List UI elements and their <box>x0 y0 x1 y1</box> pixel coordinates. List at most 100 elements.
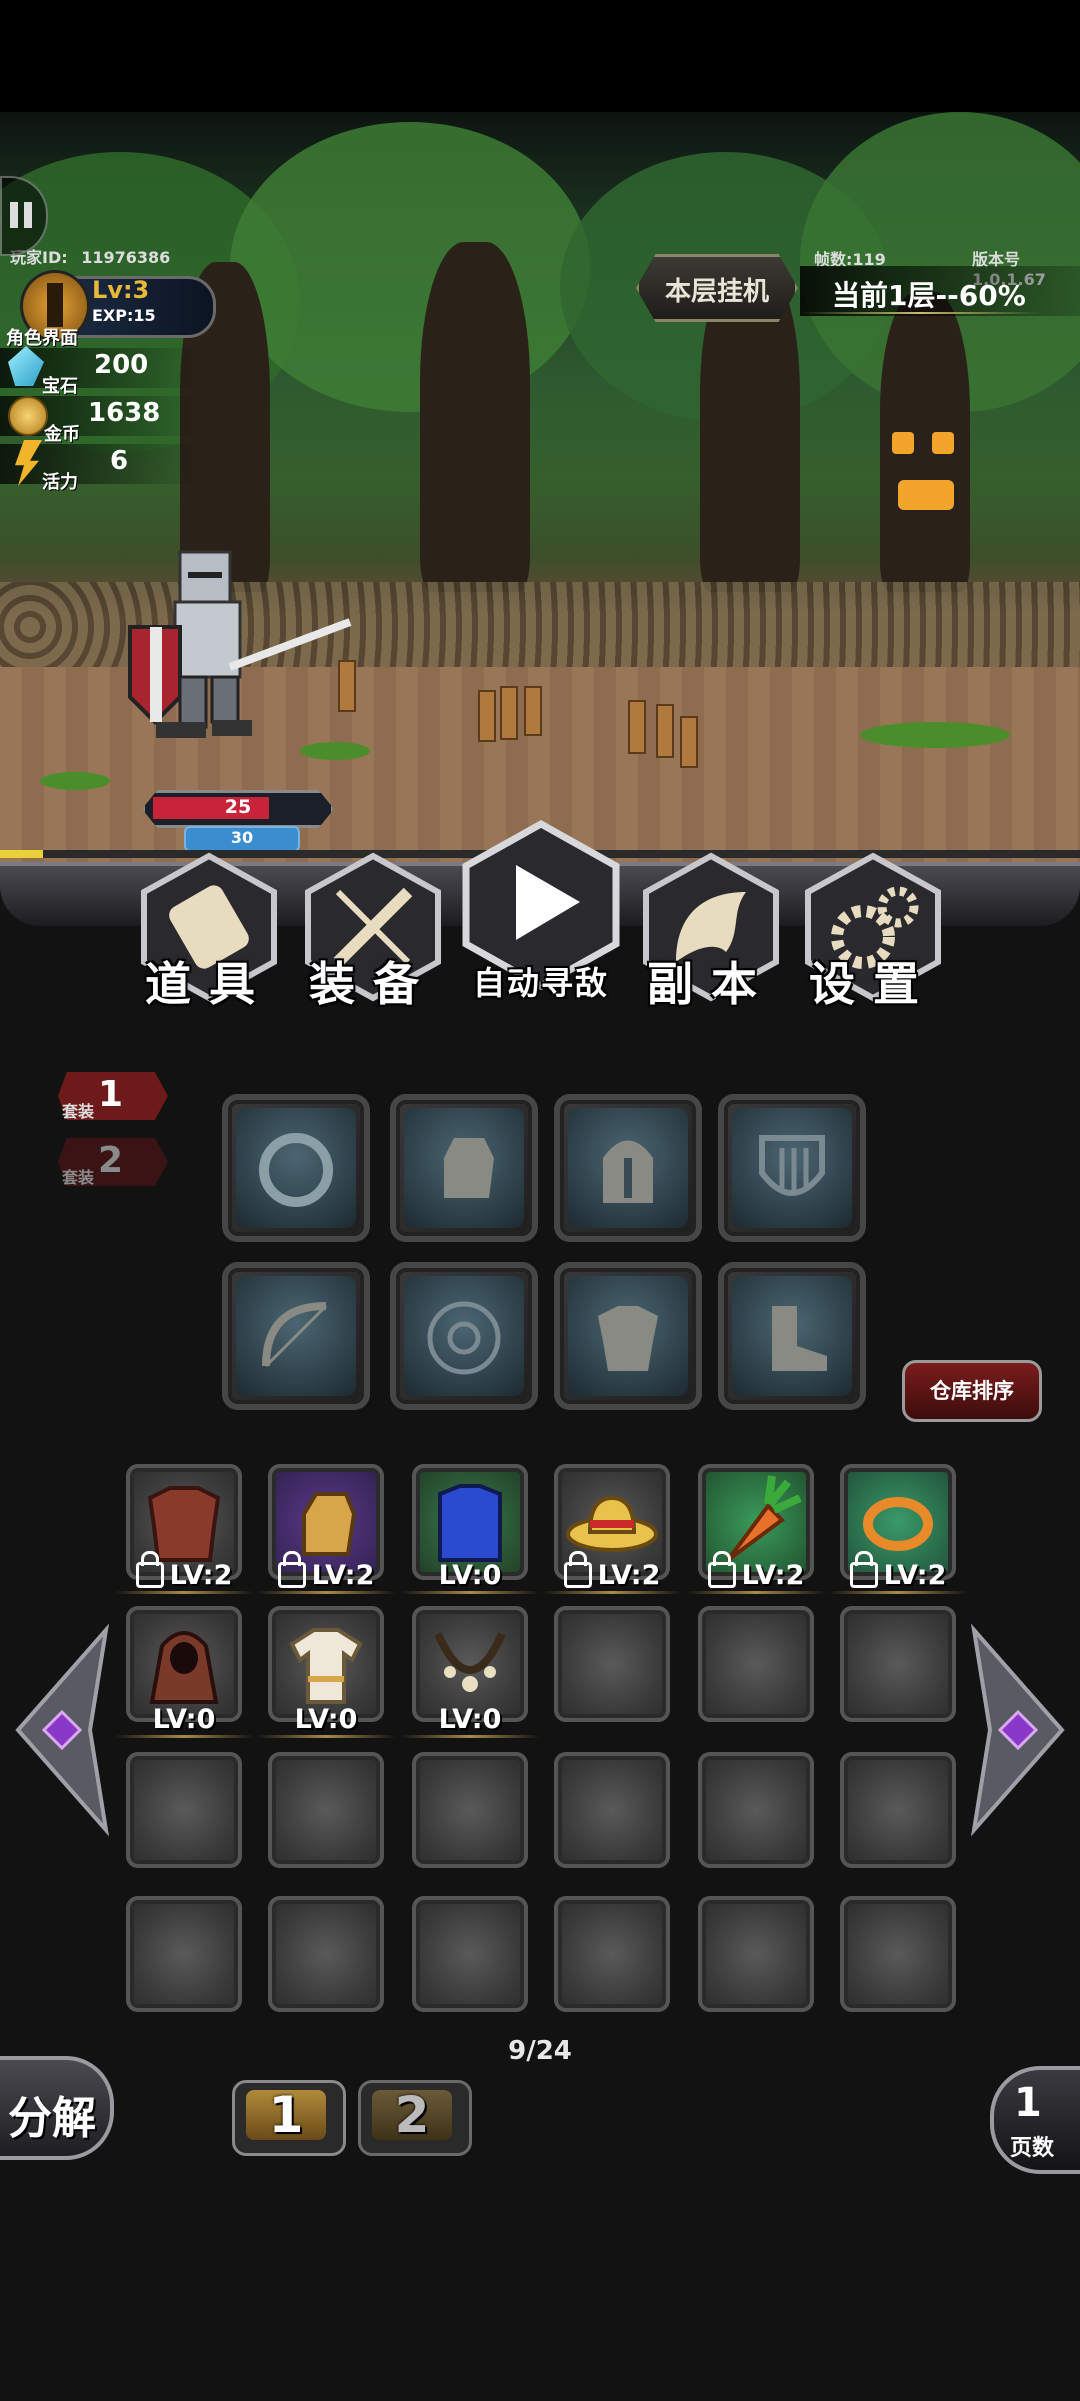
lock-icon <box>849 1550 878 1588</box>
equip-slot-amulet[interactable] <box>390 1262 538 1410</box>
page-1-button[interactable]: 1 <box>232 2080 346 2156</box>
settings-label: 设置 <box>809 957 937 1011</box>
equip-slot-bow[interactable] <box>222 1262 370 1410</box>
level-text: Lv:3 <box>92 276 150 304</box>
inventory-slot-empty[interactable] <box>698 1752 814 1868</box>
wave-progress-fill <box>0 850 43 858</box>
inventory-slot-empty[interactable] <box>412 1896 528 2012</box>
page-number: 1 <box>1014 2080 1042 2126</box>
floor-status-text: 当前1层--60% <box>832 279 1026 312</box>
item-level-text: LV:2 <box>597 1560 661 1591</box>
lock-icon <box>277 1550 306 1588</box>
inventory-slot-empty[interactable] <box>554 1606 670 1722</box>
auto-find-enemy-button[interactable]: 自动寻敌 <box>458 820 624 1002</box>
gem-label: 宝石 <box>42 376 78 397</box>
equip-slot-boots[interactable] <box>718 1262 866 1410</box>
floor-status-panel: 当前1层--60% <box>800 266 1080 316</box>
wooden-post <box>680 716 698 768</box>
decompose-label: 分解 <box>8 2093 96 2144</box>
mp-bar: 30 <box>184 826 300 852</box>
equip-slot-shield[interactable] <box>718 1094 866 1242</box>
wooden-post <box>524 686 542 736</box>
items-button[interactable]: 道具 <box>134 852 284 1011</box>
item-level-text: LV:0 <box>438 1704 502 1735</box>
equip-slot-armor[interactable] <box>554 1262 702 1410</box>
wooden-post <box>478 690 496 742</box>
wooden-post <box>500 686 518 740</box>
inventory-slot-empty[interactable] <box>126 1896 242 2012</box>
wooden-post <box>656 704 674 758</box>
wooden-post <box>628 700 646 754</box>
inventory-capacity: 9/24 <box>508 2036 572 2066</box>
mp-value: 30 <box>230 828 254 847</box>
armor-icon <box>598 1306 658 1371</box>
suit-1-number: 1 <box>98 1074 124 1115</box>
page-label: 页数 <box>1010 2136 1055 2161</box>
item-level: LV:0 <box>400 1702 540 1738</box>
warehouse-sort-button[interactable]: 仓库排序 <box>902 1360 1042 1422</box>
grass <box>40 772 110 790</box>
energy-value: 6 <box>110 446 129 476</box>
battle-scene <box>0 112 1080 877</box>
page-2-button[interactable]: 2 <box>358 2080 472 2156</box>
item-level-text: LV:2 <box>311 1560 375 1591</box>
next-page-arrow[interactable] <box>966 1620 1070 1840</box>
item-level-text: LV:0 <box>294 1704 358 1735</box>
exp-text: EXP:15 <box>92 306 156 325</box>
inventory-slot-empty[interactable] <box>126 1752 242 1868</box>
top-bar <box>0 0 1080 112</box>
items-label: 道具 <box>145 957 273 1011</box>
item-level: LV:2 <box>542 1550 682 1594</box>
suit-1-label: 套装 <box>62 1102 95 1121</box>
amulet-icon <box>427 1301 501 1375</box>
grass <box>860 722 1010 748</box>
inventory-slot-empty[interactable] <box>698 1606 814 1722</box>
item-level: LV:0 <box>256 1702 396 1738</box>
suit-tab-2[interactable]: 2 套装 <box>58 1138 168 1187</box>
inventory-slot-empty[interactable] <box>840 1752 956 1868</box>
suit-tab-1[interactable]: 1 套装 <box>58 1072 168 1121</box>
equip-button[interactable]: 装备 <box>298 852 448 1011</box>
dungeon-button[interactable]: 副本 <box>636 852 786 1011</box>
item-level-text: LV:0 <box>152 1704 216 1735</box>
equip-label: 装备 <box>309 957 437 1011</box>
decompose-button[interactable]: 分解 <box>0 2056 114 2160</box>
player-id: 玩家ID: 11976386 <box>10 244 170 268</box>
suit-2-number: 2 <box>98 1140 124 1181</box>
prev-page-arrow[interactable] <box>10 1620 114 1840</box>
equip-slot-helmet[interactable] <box>554 1094 702 1242</box>
lock-icon <box>135 1550 164 1588</box>
dungeon-label: 副本 <box>647 957 775 1011</box>
inventory-slot-empty[interactable] <box>268 1752 384 1868</box>
suit-2-label: 套装 <box>62 1168 95 1187</box>
item-level-text: LV:2 <box>741 1560 805 1591</box>
boots-icon <box>772 1306 827 1371</box>
inventory-slot-empty[interactable] <box>840 1606 956 1722</box>
page-1-label: 1 <box>268 2086 304 2144</box>
inventory-slot-empty[interactable] <box>412 1752 528 1868</box>
idle-floor-button[interactable]: 本层挂机 <box>636 254 798 322</box>
equip-slot-gloves[interactable] <box>390 1094 538 1242</box>
page-indicator: 1 页数 <box>990 2066 1080 2174</box>
hp-value: 25 <box>224 796 252 818</box>
inventory-slot-empty[interactable] <box>268 1896 384 2012</box>
equip-slot-ring[interactable] <box>222 1094 370 1242</box>
helmet-icon <box>603 1140 653 1203</box>
inventory-slot-empty[interactable] <box>698 1896 814 2012</box>
item-level: LV:2 <box>828 1550 968 1594</box>
inventory-slot-empty[interactable] <box>840 1896 956 2012</box>
gloves-icon <box>444 1138 494 1198</box>
inventory-slot-empty[interactable] <box>554 1752 670 1868</box>
gem-value: 200 <box>94 350 149 380</box>
inventory-slot-empty[interactable] <box>554 1896 670 2012</box>
bow-icon <box>262 1302 328 1368</box>
settings-button[interactable]: 设置 <box>798 852 948 1011</box>
item-level-text: LV:0 <box>438 1560 502 1591</box>
gold-label: 金币 <box>44 424 80 445</box>
idle-floor-label: 本层挂机 <box>664 277 769 307</box>
item-level: LV:2 <box>114 1550 254 1594</box>
pumpkin-tree-face <box>890 432 960 522</box>
item-level: LV:2 <box>686 1550 826 1594</box>
item-level: LV:2 <box>256 1550 396 1594</box>
character-label: 角色界面 <box>6 328 78 349</box>
